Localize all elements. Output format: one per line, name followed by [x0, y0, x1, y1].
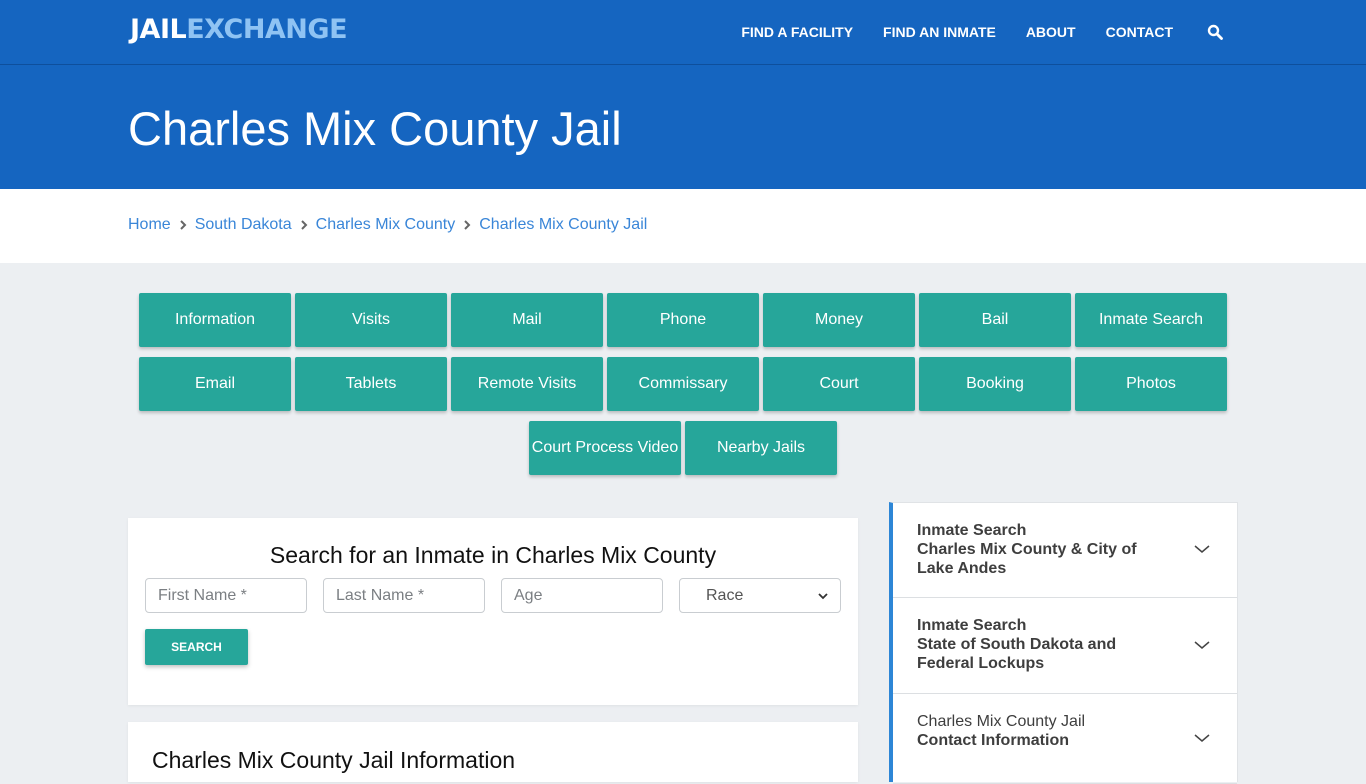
breadcrumb-current[interactable]: Charles Mix County Jail: [479, 216, 647, 234]
race-select-value: Race: [706, 586, 744, 604]
breadcrumb: Home South Dakota Charles Mix County Cha…: [128, 216, 647, 234]
tile-mail[interactable]: Mail: [451, 293, 603, 347]
tile-email[interactable]: Email: [139, 357, 291, 411]
tile-information[interactable]: Information: [139, 293, 291, 347]
chevron-right-icon: [455, 217, 479, 233]
tile-court-process-video[interactable]: Court Process Video: [529, 421, 681, 475]
chevron-down-icon: [818, 587, 828, 605]
accordion-item-heading: Charles Mix County Jail: [917, 713, 1086, 730]
chevron-down-icon[interactable]: [1193, 731, 1211, 743]
facility-nav-tiles: Information Visits Mail Phone Money Bail…: [139, 293, 1227, 475]
tile-remote-visits[interactable]: Remote Visits: [451, 357, 603, 411]
top-navbar: JAILEXCHANGE FIND A FACILITY FIND AN INM…: [0, 0, 1366, 65]
first-name-input[interactable]: First Name *: [145, 578, 307, 613]
info-title: Charles Mix County Jail Information: [152, 747, 516, 773]
accordion-item-subheading: Charles Mix County & City of Lake Andes: [917, 541, 1137, 577]
search-icon[interactable]: [1207, 24, 1223, 40]
tile-commissary[interactable]: Commissary: [607, 357, 759, 411]
accordion-item-county-search[interactable]: Inmate Search Charles Mix County & City …: [893, 503, 1237, 598]
page-title: Charles Mix County Jail: [128, 102, 622, 155]
chevron-down-icon[interactable]: [1193, 638, 1211, 650]
accordion-item-subheading: State of South Dakota and Federal Lockup…: [917, 636, 1117, 672]
age-input[interactable]: Age: [501, 578, 663, 613]
chevron-right-icon: [292, 217, 316, 233]
search-button[interactable]: SEARCH: [145, 629, 248, 665]
logo-jail: JAIL: [130, 14, 187, 45]
accordion-item-heading: Inmate Search: [917, 522, 1027, 539]
search-title: Search for an Inmate in Charles Mix Coun…: [269, 542, 717, 568]
tile-phone[interactable]: Phone: [607, 293, 759, 347]
nav-find-inmate[interactable]: FIND AN INMATE: [883, 24, 996, 40]
race-select[interactable]: Race: [679, 578, 841, 613]
jail-information-card: Charles Mix County Jail Information: [128, 722, 858, 782]
chevron-right-icon: [171, 217, 195, 233]
breadcrumb-bar: Home South Dakota Charles Mix County Cha…: [0, 189, 1366, 263]
tile-photos[interactable]: Photos: [1075, 357, 1227, 411]
logo-exchange: EXCHANGE: [186, 14, 348, 45]
breadcrumb-home[interactable]: Home: [128, 216, 171, 234]
page-hero: Charles Mix County Jail: [0, 65, 1366, 189]
search-form: First Name * Last Name * Age Race: [145, 578, 841, 613]
nav-about[interactable]: ABOUT: [1026, 24, 1076, 40]
tile-visits[interactable]: Visits: [295, 293, 447, 347]
last-name-input[interactable]: Last Name *: [323, 578, 485, 613]
sidebar-accordion: Inmate Search Charles Mix County & City …: [889, 502, 1238, 784]
tile-court[interactable]: Court: [763, 357, 915, 411]
accordion-item-heading: Inmate Search: [917, 617, 1027, 634]
inmate-search-card: Search for an Inmate in Charles Mix Coun…: [128, 518, 858, 705]
tile-inmate-search[interactable]: Inmate Search: [1075, 293, 1227, 347]
tile-booking[interactable]: Booking: [919, 357, 1071, 411]
tile-tablets[interactable]: Tablets: [295, 357, 447, 411]
accordion-item-state-search[interactable]: Inmate Search State of South Dakota and …: [893, 598, 1237, 694]
accordion-item-subheading: Contact Information: [917, 732, 1069, 749]
chevron-down-icon[interactable]: [1193, 542, 1211, 554]
nav-contact[interactable]: CONTACT: [1106, 24, 1173, 40]
breadcrumb-state[interactable]: South Dakota: [195, 216, 292, 234]
accordion-item-contact[interactable]: Charles Mix County Jail Contact Informat…: [893, 694, 1237, 784]
nav-find-facility[interactable]: FIND A FACILITY: [741, 24, 853, 40]
tile-nearby-jails[interactable]: Nearby Jails: [685, 421, 837, 475]
main-nav: FIND A FACILITY FIND AN INMATE ABOUT CON…: [711, 0, 1223, 64]
tile-money[interactable]: Money: [763, 293, 915, 347]
breadcrumb-county[interactable]: Charles Mix County: [316, 216, 456, 234]
tile-bail[interactable]: Bail: [919, 293, 1071, 347]
site-logo[interactable]: JAILEXCHANGE: [130, 14, 348, 45]
